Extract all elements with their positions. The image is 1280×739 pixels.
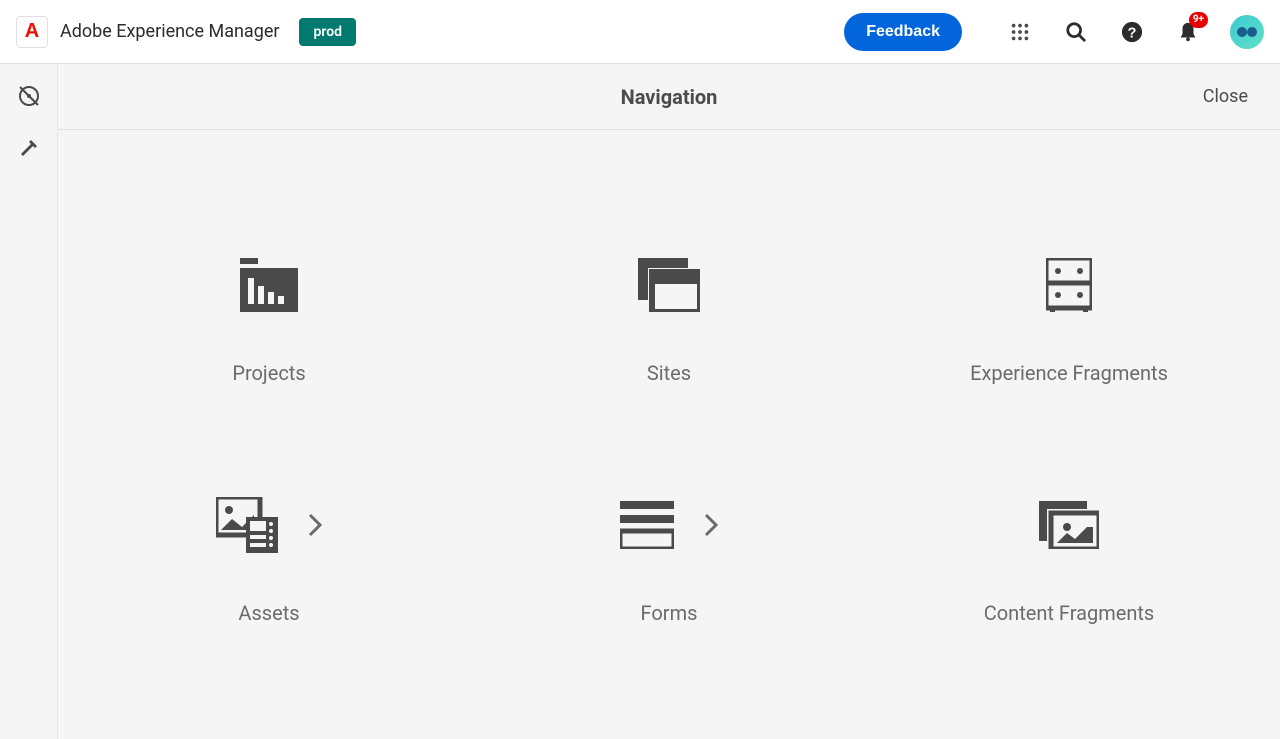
nav-card-label: Sites	[647, 361, 691, 385]
adobe-logo-icon: A	[25, 20, 39, 43]
nav-card-sites[interactable]: Sites	[569, 245, 769, 385]
left-rail	[0, 64, 58, 739]
page-title: Navigation	[621, 85, 718, 109]
user-avatar[interactable]	[1230, 15, 1264, 49]
help-button[interactable]: ?	[1110, 10, 1154, 54]
chevron-right-icon	[704, 513, 718, 537]
navigation-grid: Projects Sites	[58, 130, 1280, 739]
close-button[interactable]: Close	[1203, 86, 1248, 107]
projects-icon	[240, 245, 298, 325]
chevron-right-icon	[308, 513, 322, 537]
adobe-logo[interactable]: A	[16, 16, 48, 48]
experience-fragments-icon	[1046, 245, 1092, 325]
hammer-icon	[17, 136, 41, 160]
search-icon	[1065, 21, 1087, 43]
nav-card-label: Experience Fragments	[970, 361, 1168, 385]
search-button[interactable]	[1054, 10, 1098, 54]
help-icon: ?	[1121, 21, 1143, 43]
nav-card-label: Assets	[238, 601, 299, 625]
nav-card-label: Projects	[232, 361, 305, 385]
compass-icon	[17, 84, 41, 108]
svg-text:?: ?	[1128, 25, 1137, 41]
content-area: Navigation Close Projects	[58, 64, 1280, 739]
notifications-button[interactable]: 9+	[1166, 10, 1210, 54]
rail-tools-button[interactable]	[17, 136, 41, 160]
apps-grid-icon	[1009, 21, 1031, 43]
assets-icon	[216, 485, 322, 565]
forms-icon	[620, 485, 718, 565]
navigation-header: Navigation Close	[58, 64, 1280, 130]
nav-card-experience-fragments[interactable]: Experience Fragments	[969, 245, 1169, 385]
nav-card-content-fragments[interactable]: Content Fragments	[969, 485, 1169, 625]
app-header: A Adobe Experience Manager prod Feedback…	[0, 0, 1280, 64]
nav-card-label: Forms	[641, 601, 698, 625]
content-fragments-icon	[1039, 485, 1099, 565]
sites-icon	[638, 245, 700, 325]
nav-card-label: Content Fragments	[984, 601, 1155, 625]
nav-card-projects[interactable]: Projects	[169, 245, 369, 385]
apps-switcher-button[interactable]	[998, 10, 1042, 54]
notification-badge: 9+	[1189, 12, 1208, 28]
feedback-button[interactable]: Feedback	[844, 13, 962, 51]
environment-badge: prod	[299, 18, 356, 46]
nav-card-assets[interactable]: Assets	[169, 485, 369, 625]
nav-card-forms[interactable]: Forms	[569, 485, 769, 625]
rail-navigation-button[interactable]	[17, 84, 41, 108]
app-title: Adobe Experience Manager	[60, 21, 279, 42]
